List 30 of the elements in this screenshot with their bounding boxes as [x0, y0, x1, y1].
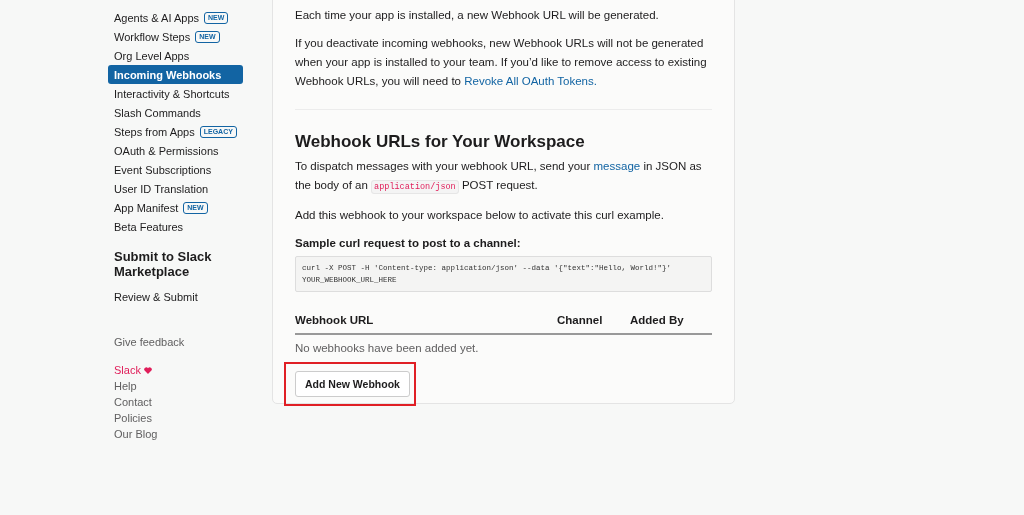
- revoke-link[interactable]: Revoke All OAuth Tokens.: [464, 75, 597, 87]
- empty-message: No webhooks have been added yet.: [295, 341, 480, 356]
- sidebar-item[interactable]: Slash Commands: [108, 103, 243, 122]
- heart-icon: [143, 366, 152, 374]
- sidebar-item[interactable]: OAuth & Permissions: [108, 141, 243, 160]
- footer-link[interactable]: Policies: [114, 410, 152, 426]
- sidebar-item[interactable]: Org Level Apps: [108, 46, 243, 65]
- intro-text: Each time your app is installed, a new Webhook URL will be generated.: [295, 8, 660, 23]
- column-header: Webhook URL: [295, 313, 375, 328]
- add-webhook-button[interactable]: Add New Webhook: [295, 371, 410, 397]
- hint-text: Add this webhook to your workspace below to activate this curl example.: [295, 208, 665, 223]
- sidebar-item[interactable]: Beta Features: [108, 217, 243, 236]
- footer-link[interactable]: Help: [114, 378, 137, 394]
- message-link[interactable]: message: [593, 160, 641, 172]
- column-header: Added By: [630, 313, 685, 328]
- sample-label: Sample curl request to post to a channel:: [295, 236, 522, 251]
- sidebar-item[interactable]: User ID Translation: [108, 179, 243, 198]
- column-header: Channel: [557, 313, 604, 328]
- brand-link[interactable]: Slack: [114, 362, 152, 378]
- feedback-link[interactable]: Give feedback: [114, 336, 237, 348]
- section-heading: Webhook URLs for Your Workspace: [295, 131, 586, 153]
- sidebar-item[interactable]: Incoming Webhooks: [108, 65, 243, 84]
- sidebar-item[interactable]: Event Subscriptions: [108, 160, 243, 179]
- footer-link[interactable]: Contact: [114, 394, 152, 410]
- footer-link[interactable]: Our Blog: [114, 426, 158, 442]
- sidebar-item[interactable]: Interactivity & Shortcuts: [108, 84, 243, 103]
- section-title: Submit to Slack Marketplace: [114, 249, 213, 279]
- deactivate-text: If you deactivate incoming webhooks, new Webhook URLs will not be generated when your app is installed to your team. If you’d like to remove access to existing Webhook URLs, you will need to Revoke All OAuth Tokens.: [295, 36, 708, 89]
- sidebar-item[interactable]: Review & Submit: [108, 287, 243, 306]
- dispatch-text: To dispatch messages with your webhook URL, send your message in JSON as the body of an application/json POST request.: [295, 159, 703, 196]
